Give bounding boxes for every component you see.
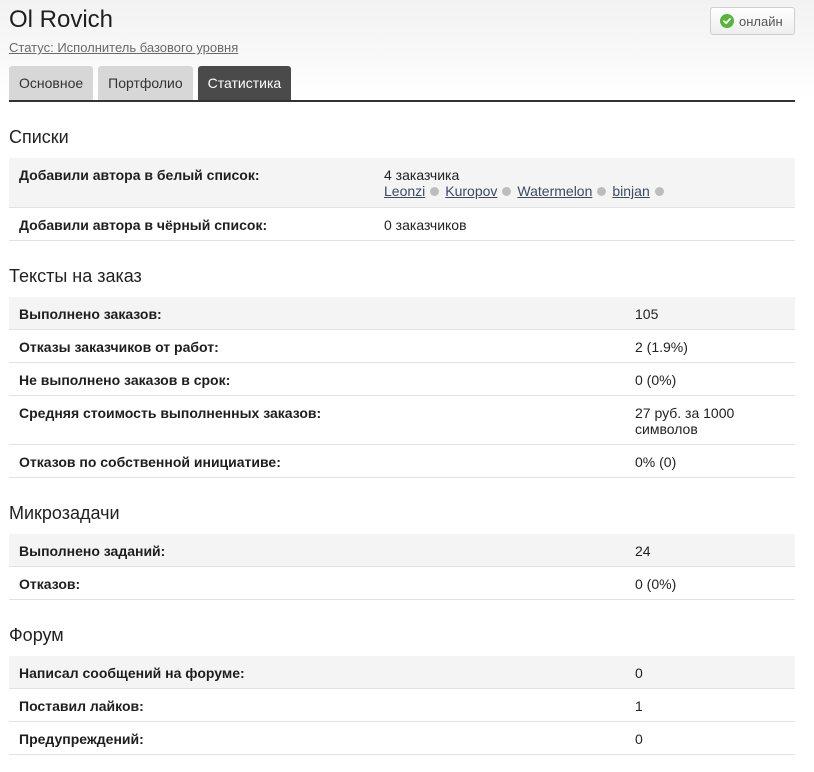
section-title-forum: Форум	[9, 625, 64, 645]
row-value: 0 заказчиков	[384, 217, 467, 233]
table-row: Отказов по собственной инициативе: 0% (0…	[9, 445, 795, 478]
row-value: 2 (1.9%)	[635, 339, 688, 355]
table-row: Написал сообщений на форуме: 0	[9, 656, 795, 689]
status-dot-icon	[502, 186, 512, 196]
row-value: 0	[635, 731, 643, 747]
table-row: Отказы заказчиков от работ: 2 (1.9%)	[9, 330, 795, 363]
section-title-micro: Микрозадачи	[9, 503, 120, 523]
table-row: Средняя стоимость выполненных заказов: 2…	[9, 396, 795, 445]
row-value: 1	[635, 698, 643, 714]
row-value: 105	[635, 306, 659, 322]
status-link[interactable]: Статус: Исполнитель базового уровня	[9, 40, 238, 55]
online-label: онлайн	[739, 13, 783, 29]
table-row: Не выполнено заказов в срок: 0 (0%)	[9, 363, 795, 396]
user-link[interactable]: Kuropov	[445, 183, 497, 199]
page-title: Ol Rovich	[9, 6, 114, 33]
row-value: 0% (0)	[635, 454, 677, 470]
row-label: Предупреждений:	[19, 731, 144, 747]
user-link[interactable]: Watermelon	[517, 183, 592, 199]
table-row: Добавили автора в чёрный список: 0 заказ…	[9, 208, 795, 241]
status-dot-icon	[430, 186, 440, 196]
table-row: Выполнено заказов: 105	[9, 297, 795, 330]
micro-table: Выполнено заданий: 24 Отказов: 0 (0%)	[9, 534, 795, 600]
whitelist-users: Leonzi Kuropov Watermelon binjan	[384, 183, 670, 199]
section-title-lists: Списки	[9, 127, 69, 147]
row-label: Не выполнено заказов в срок:	[19, 372, 231, 388]
row-label: Выполнено заданий:	[19, 543, 166, 559]
tabs-divider	[9, 100, 795, 102]
row-label: Добавили автора в белый список:	[19, 167, 260, 183]
status-dot-icon	[597, 186, 607, 196]
row-value: 24	[635, 543, 651, 559]
row-value: символов	[635, 421, 698, 437]
forum-table: Написал сообщений на форуме: 0 Поставил …	[9, 656, 795, 755]
row-value: 0 (0%)	[635, 576, 677, 592]
profile-tabs: Основное Портфолио Статистика	[9, 66, 296, 100]
lists-table: Добавили автора в белый список: 4 заказч…	[9, 158, 795, 241]
user-link[interactable]: Leonzi	[384, 183, 425, 199]
tab-statistics[interactable]: Статистика	[197, 66, 292, 100]
row-label: Средняя стоимость выполненных заказов:	[19, 405, 322, 421]
tab-main[interactable]: Основное	[9, 66, 94, 100]
row-value: 0	[635, 665, 643, 681]
user-link[interactable]: binjan	[612, 183, 649, 199]
section-title-texts: Тексты на заказ	[9, 266, 142, 286]
row-label: Поставил лайков:	[19, 698, 144, 714]
table-row: Поставил лайков: 1	[9, 689, 795, 722]
row-label: Отказов:	[19, 576, 81, 592]
table-row: Предупреждений: 0	[9, 722, 795, 755]
online-badge: онлайн	[710, 7, 795, 35]
row-label: Добавили автора в чёрный список:	[19, 217, 268, 233]
row-label: Выполнено заказов:	[19, 306, 162, 322]
row-label: Отказов по собственной инициативе:	[19, 454, 281, 470]
status-dot-icon	[654, 186, 664, 196]
table-row: Добавили автора в белый список: 4 заказч…	[9, 158, 795, 208]
check-circle-icon	[720, 14, 734, 28]
row-value: 27 руб. за 1000	[635, 405, 735, 421]
row-label: Написал сообщений на форуме:	[19, 665, 245, 681]
table-row: Выполнено заданий: 24	[9, 534, 795, 567]
tab-portfolio[interactable]: Портфолио	[98, 66, 193, 100]
row-value: 0 (0%)	[635, 372, 677, 388]
table-row: Отказов: 0 (0%)	[9, 567, 795, 600]
row-value: 4 заказчика	[384, 167, 460, 183]
row-label: Отказы заказчиков от работ:	[19, 339, 219, 355]
texts-table: Выполнено заказов: 105 Отказы заказчиков…	[9, 297, 795, 478]
